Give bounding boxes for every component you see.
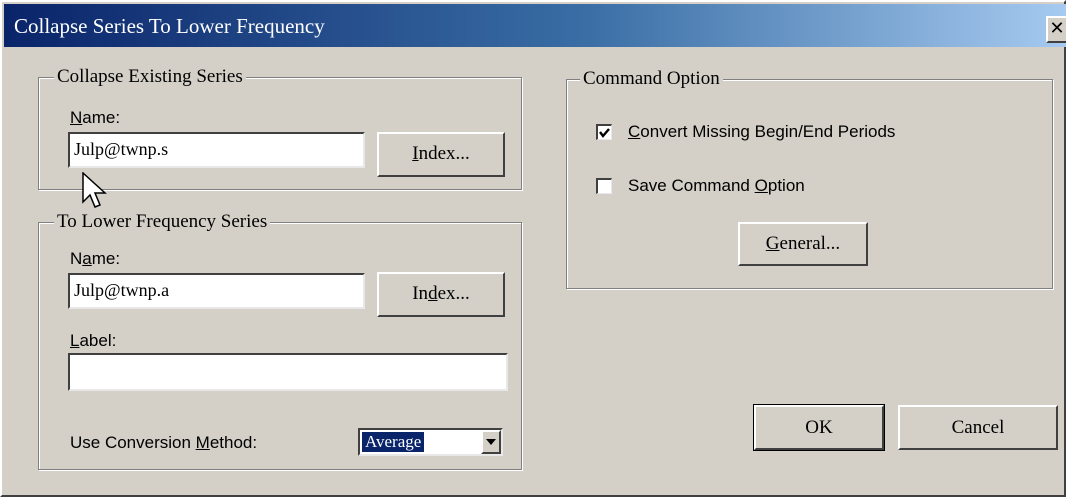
conversion-method-value: Average [360, 431, 426, 453]
check-icon [599, 128, 610, 138]
lower-index-button[interactable]: Index... [377, 272, 505, 317]
dropdown-button[interactable] [481, 430, 501, 454]
label-field-label: Label: [70, 331, 117, 350]
lower-frequency-legend: To Lower Frequency Series [54, 211, 271, 233]
existing-name-label: Name: [70, 108, 121, 127]
close-button[interactable]: ✕ [1046, 16, 1066, 43]
title-bar[interactable]: Collapse Series To Lower Frequency [4, 4, 1066, 47]
collapse-existing-legend: Collapse Existing Series [54, 66, 246, 88]
close-icon: ✕ [1049, 18, 1065, 39]
conversion-method-select[interactable]: Average [358, 428, 503, 456]
cancel-button[interactable]: Cancel [898, 405, 1058, 450]
mouse-pointer-icon [82, 172, 107, 208]
save-option-checkbox[interactable] [596, 178, 612, 194]
lower-name-label: Name: [70, 249, 121, 268]
save-option-label[interactable]: Save Command Option [628, 175, 805, 197]
convert-missing-checkbox[interactable] [596, 124, 612, 140]
convert-missing-label[interactable]: Convert Missing Begin/End Periods [628, 121, 895, 143]
label-input[interactable] [68, 353, 508, 391]
lower-name-input[interactable]: Julp@twnp.a [68, 273, 365, 309]
existing-index-button[interactable]: Index... [377, 132, 505, 177]
command-option-legend: Command Option [580, 68, 723, 90]
conversion-method-label: Use Conversion Method: [70, 433, 258, 452]
ok-button[interactable]: OK [753, 404, 885, 451]
chevron-down-icon [486, 439, 496, 445]
general-button[interactable]: General... [738, 222, 868, 266]
dialog-window: Collapse Series To Lower Frequency ✕ Col… [0, 0, 1066, 497]
existing-name-input[interactable]: Julp@twnp.s [68, 132, 365, 168]
window-title: Collapse Series To Lower Frequency [14, 14, 325, 38]
